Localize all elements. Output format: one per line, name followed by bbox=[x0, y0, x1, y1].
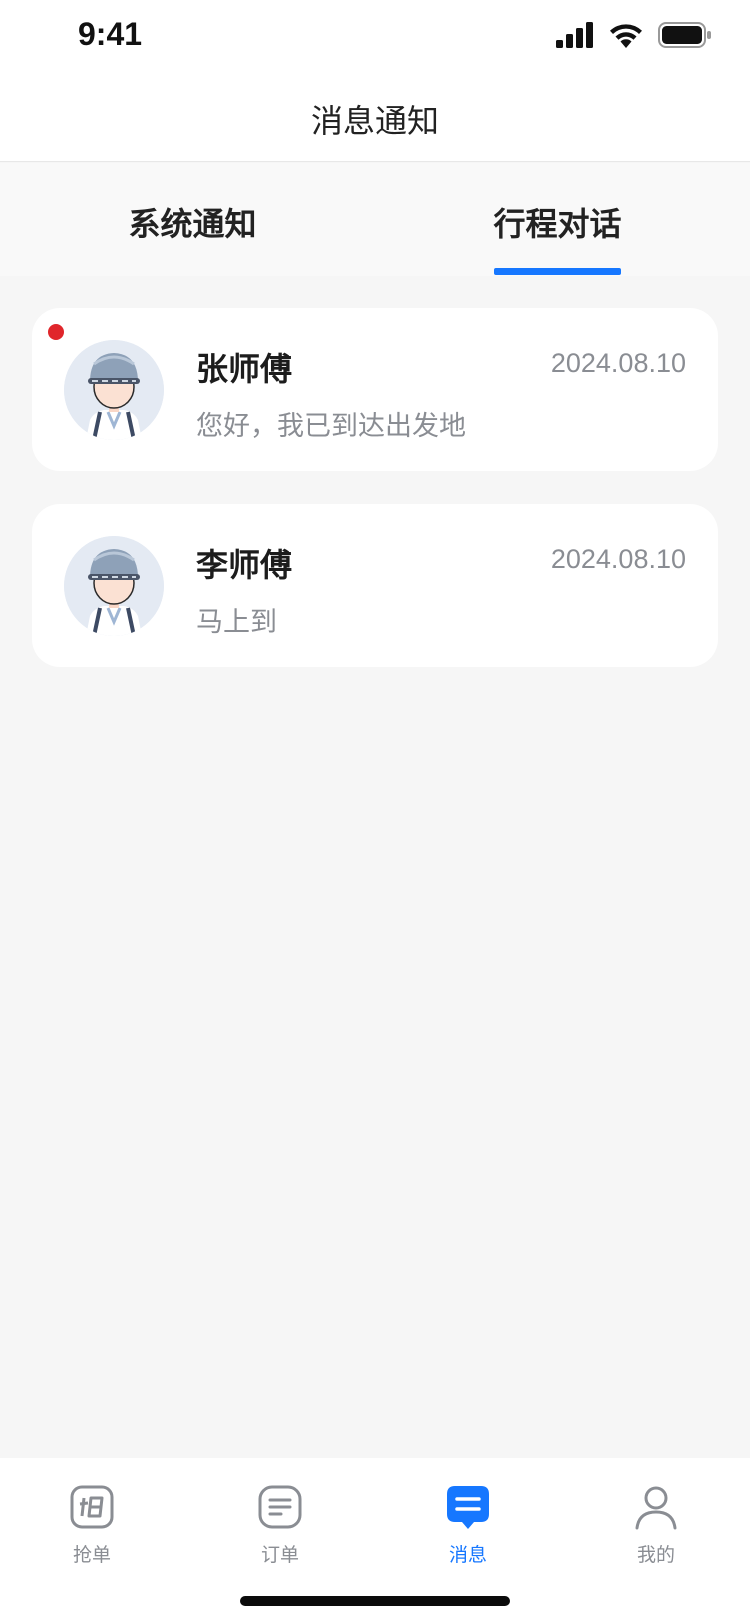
profile-icon bbox=[635, 1486, 677, 1530]
wifi-icon bbox=[610, 24, 642, 48]
status-time: 9:41 bbox=[78, 16, 143, 52]
order-list-icon bbox=[258, 1485, 302, 1529]
tab-bar-item-messages[interactable]: 消息 bbox=[408, 1484, 528, 1567]
page-title: 消息通知 bbox=[310, 102, 439, 140]
tab-trip-chat[interactable]: 行程对话 bbox=[375, 199, 740, 245]
tab-bar-label: 抢单 bbox=[72, 1544, 111, 1566]
message-date: 2024.08.10 bbox=[550, 544, 686, 574]
grab-order-icon bbox=[70, 1485, 114, 1529]
message-preview: 您好，我已到达出发地 bbox=[196, 411, 466, 442]
driver-avatar bbox=[64, 536, 164, 636]
conversation-item[interactable]: 李师傅 2024.08.10 马上到 bbox=[32, 504, 718, 667]
battery-icon bbox=[658, 22, 711, 48]
message-icon bbox=[447, 1486, 489, 1529]
tab-bar-label: 我的 bbox=[636, 1544, 675, 1566]
driver-name: 张师傅 bbox=[196, 350, 293, 388]
cellular-signal-icon bbox=[556, 22, 593, 48]
status-icons bbox=[556, 20, 712, 50]
message-preview: 马上到 bbox=[196, 607, 277, 638]
unread-dot bbox=[48, 324, 64, 340]
driver-avatar bbox=[64, 340, 164, 440]
status-bar: 9:41 bbox=[0, 0, 750, 70]
conversation-item[interactable]: 张师傅 2024.08.10 您好，我已到达出发地 bbox=[32, 308, 718, 471]
tab-bar-label: 消息 bbox=[448, 1544, 487, 1566]
screen: 9:41 消息通知 系统通知 行程对话 张师傅 2024.08.10 您好，我已… bbox=[0, 0, 750, 1624]
tab-system-notifications[interactable]: 系统通知 bbox=[10, 199, 375, 245]
message-date: 2024.08.10 bbox=[550, 348, 686, 378]
active-tab-indicator bbox=[494, 268, 621, 275]
tab-bar-item-grab-order[interactable]: 抢单 bbox=[32, 1484, 152, 1567]
tab-bar-label: 订单 bbox=[260, 1544, 299, 1566]
tab-bar-item-orders[interactable]: 订单 bbox=[220, 1484, 340, 1567]
message-tabs: 系统通知 行程对话 bbox=[0, 163, 750, 276]
home-indicator bbox=[240, 1596, 510, 1606]
nav-bar: 消息通知 bbox=[0, 70, 750, 162]
tab-bar-item-profile[interactable]: 我的 bbox=[596, 1484, 716, 1567]
driver-name: 李师傅 bbox=[196, 546, 293, 584]
